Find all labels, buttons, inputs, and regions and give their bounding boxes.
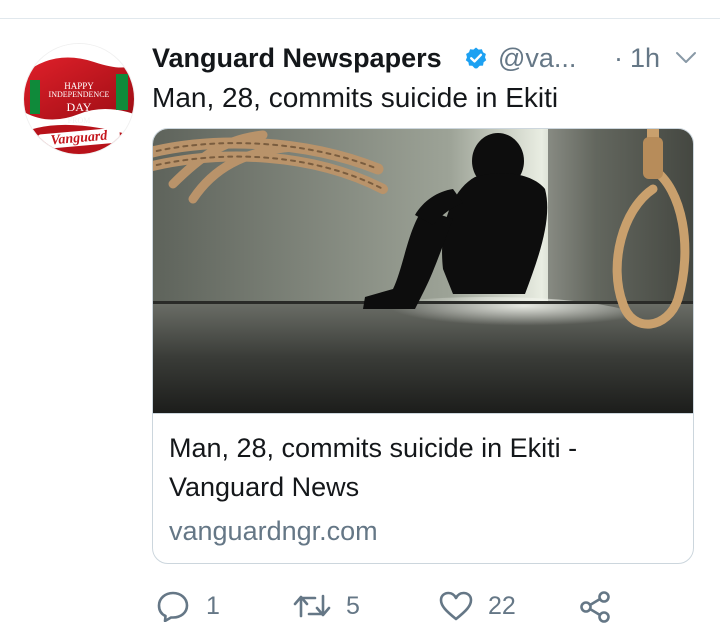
avatar-text-from: FROM [67, 116, 91, 125]
separator-dot: · [614, 43, 623, 73]
card-title: Man, 28, commits suicide in Ekiti - Vang… [169, 429, 677, 507]
card-image [153, 129, 693, 413]
avatar-text-day: DAY [66, 100, 92, 114]
reply-icon [157, 591, 189, 622]
tweet-text: Man, 28, commits suicide in Ekiti [152, 82, 559, 113]
heart-icon [439, 591, 473, 621]
share-icon [580, 591, 610, 623]
card-title-line1: Man, 28, commits suicide in Ekiti - [169, 433, 578, 463]
timestamp[interactable]: 1h [630, 40, 660, 76]
card-divider [153, 413, 693, 414]
card-title-line2: Vanguard News [169, 472, 360, 502]
top-divider [0, 18, 720, 19]
tweet-header: Vanguard Newspapers @va... · 1h [152, 40, 700, 76]
verified-badge-icon [465, 47, 487, 69]
like-count: 22 [488, 592, 516, 620]
reply-count: 1 [206, 592, 220, 620]
avatar-text-independence: INDEPENDENCE [48, 90, 110, 99]
card-domain: vanguardngr.com [169, 516, 378, 546]
user-handle[interactable]: @va... [498, 40, 576, 76]
display-name[interactable]: Vanguard Newspapers [152, 40, 442, 76]
retweet-icon [293, 594, 331, 618]
avatar[interactable]: HAPPY INDEPENDENCE DAY FROM Vanguard [24, 44, 134, 154]
chevron-down-icon[interactable] [674, 48, 698, 68]
link-card[interactable]: Man, 28, commits suicide in Ekiti - Vang… [152, 128, 694, 564]
tweet-actions: 1 5 22 [152, 586, 700, 626]
retweet-count: 5 [346, 592, 360, 620]
